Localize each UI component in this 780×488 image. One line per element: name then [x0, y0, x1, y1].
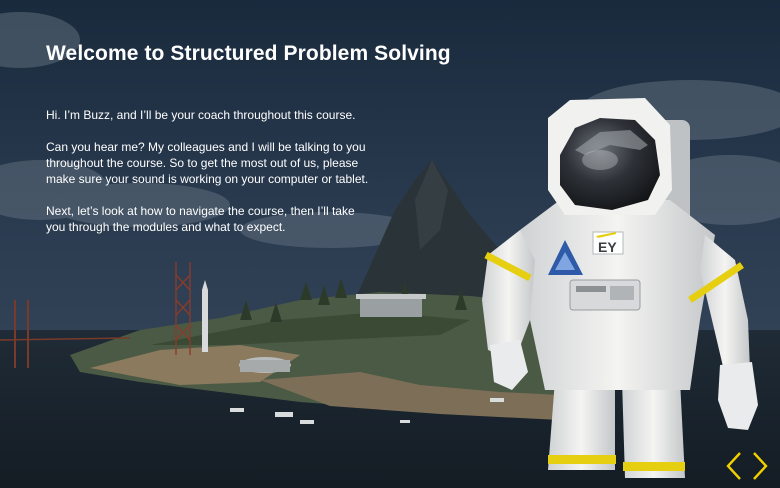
ey-patch-text: EY — [598, 239, 617, 255]
building — [360, 297, 422, 317]
page-title: Welcome to Structured Problem Solving — [46, 42, 451, 65]
chevron-left-icon — [726, 452, 741, 480]
intro-paragraph-3: Next, let’s look at how to navigate the … — [46, 204, 355, 234]
intro-paragraph-1: Hi. I’m Buzz, and I’ll be your coach thr… — [46, 108, 356, 122]
rocket — [202, 280, 208, 352]
next-button[interactable] — [750, 450, 770, 482]
slide-navigation — [724, 450, 770, 482]
previous-button[interactable] — [724, 450, 744, 482]
slide-stage: EY Welcome to Structured Problem Solving… — [0, 0, 780, 488]
chevron-right-icon — [753, 452, 768, 480]
intro-paragraph-2: Can you hear me? My colleagues and I wil… — [46, 140, 369, 186]
intro-text: Hi. I’m Buzz, and I’ll be your coach thr… — [46, 107, 376, 251]
